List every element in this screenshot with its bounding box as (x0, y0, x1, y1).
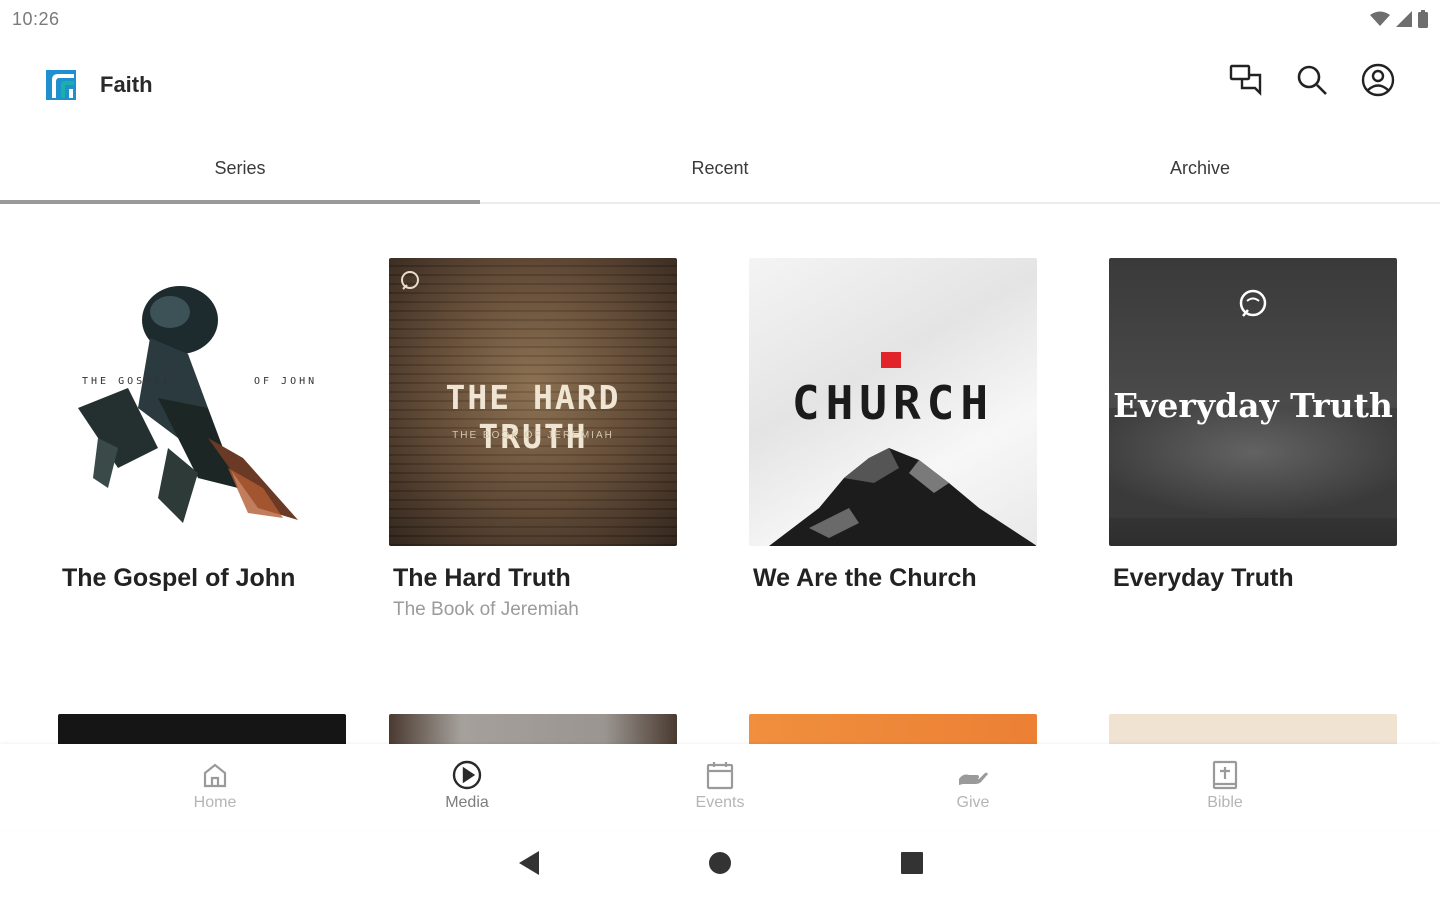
tab-label: Recent (691, 158, 749, 178)
nav-item-home[interactable]: Home (155, 758, 275, 812)
series-grid: THE GOSPEL OF JOHN The Gospel of John TH… (0, 206, 1440, 744)
series-subtitle: The Book of Jeremiah (393, 599, 579, 620)
series-card-partial[interactable] (58, 714, 346, 744)
artwork-text: THE GOSPEL (82, 376, 173, 387)
home-icon (155, 758, 275, 792)
tab-label: Series (214, 158, 266, 178)
series-card-partial[interactable] (749, 714, 1037, 744)
mountain-artwork (769, 448, 1037, 546)
give-icon (913, 758, 1033, 792)
nav-item-bible[interactable]: Bible (1165, 758, 1285, 812)
bottom-navigation: Home Media Events Give Bible (0, 744, 1440, 830)
nav-item-media[interactable]: Media (407, 758, 527, 812)
app-bar: Faith (0, 50, 1440, 120)
series-title: The Gospel of John (62, 564, 296, 592)
tab-archive[interactable]: Archive (960, 140, 1440, 202)
artwork-title: THE HARD TRUTH (445, 378, 621, 456)
nav-label: Home (193, 794, 237, 811)
battery-icon (1418, 10, 1428, 33)
home-circle-icon (708, 851, 732, 880)
recents-button[interactable] (897, 850, 927, 880)
artwork-title: Everyday Truth (1113, 386, 1393, 425)
back-button[interactable] (513, 850, 543, 880)
tab-label: Archive (1169, 158, 1231, 178)
series-card-hard-truth[interactable]: THE HARD TRUTH THE BOOK OF JEREMIAH The … (389, 258, 677, 621)
series-artwork: THE GOSPEL OF JOHN (58, 258, 346, 546)
nav-item-events[interactable]: Events (660, 758, 780, 812)
series-title: Everyday Truth (1113, 564, 1294, 592)
bible-icon (1165, 758, 1285, 792)
app-actions (1228, 63, 1396, 102)
chat-icon (1229, 64, 1263, 101)
nav-label: Give (956, 794, 990, 811)
artwork-title: CHURCH (791, 376, 995, 430)
account-circle-icon (1361, 63, 1395, 102)
status-icons (1370, 10, 1428, 33)
search-button[interactable] (1294, 64, 1330, 100)
search-icon (1296, 64, 1328, 101)
series-title: We Are the Church (753, 564, 977, 592)
series-card-gospel-of-john[interactable]: THE GOSPEL OF JOHN The Gospel of John (58, 258, 346, 593)
church-logo-icon (399, 270, 421, 297)
series-title: The Hard Truth (393, 564, 571, 592)
series-artwork: THE HARD TRUTH THE BOOK OF JEREMIAH (389, 258, 677, 546)
chat-button[interactable] (1228, 64, 1264, 100)
series-artwork: CHURCH (749, 258, 1037, 546)
recents-square-icon (901, 851, 923, 879)
faith-logo-icon (46, 68, 78, 100)
artwork-badge (881, 352, 901, 368)
signal-icon (1396, 11, 1412, 32)
status-time: 10:26 (12, 9, 60, 29)
play-circle-icon (407, 758, 527, 792)
series-card-partial[interactable] (1109, 714, 1397, 744)
profile-button[interactable] (1360, 63, 1396, 102)
tab-series[interactable]: Series (0, 140, 480, 204)
series-card-we-are-the-church[interactable]: CHURCH We Are the Church (749, 258, 1037, 593)
home-system-button[interactable] (705, 850, 735, 880)
back-triangle-icon (517, 850, 539, 880)
artwork-subtitle: THE BOOK OF JEREMIAH (452, 430, 614, 441)
wifi-icon (1370, 11, 1390, 32)
media-tabs: Series Recent Archive (0, 140, 1440, 204)
status-bar: 10:26 (0, 0, 1440, 38)
tab-recent[interactable]: Recent (480, 140, 960, 202)
nav-label: Bible (1207, 794, 1243, 811)
nav-item-give[interactable]: Give (913, 758, 1033, 812)
series-artwork: Everyday Truth (1109, 258, 1397, 546)
nav-label: Events (695, 794, 745, 811)
app-title: Faith (100, 72, 153, 97)
calendar-icon (660, 758, 780, 792)
church-logo-icon (1237, 288, 1269, 325)
series-card-everyday-truth[interactable]: Everyday Truth Everyday Truth (1109, 258, 1397, 593)
artwork-text: OF JOHN (254, 376, 318, 387)
series-card-partial[interactable] (389, 714, 677, 744)
system-navigation (0, 830, 1440, 900)
nav-label: Media (445, 794, 489, 811)
